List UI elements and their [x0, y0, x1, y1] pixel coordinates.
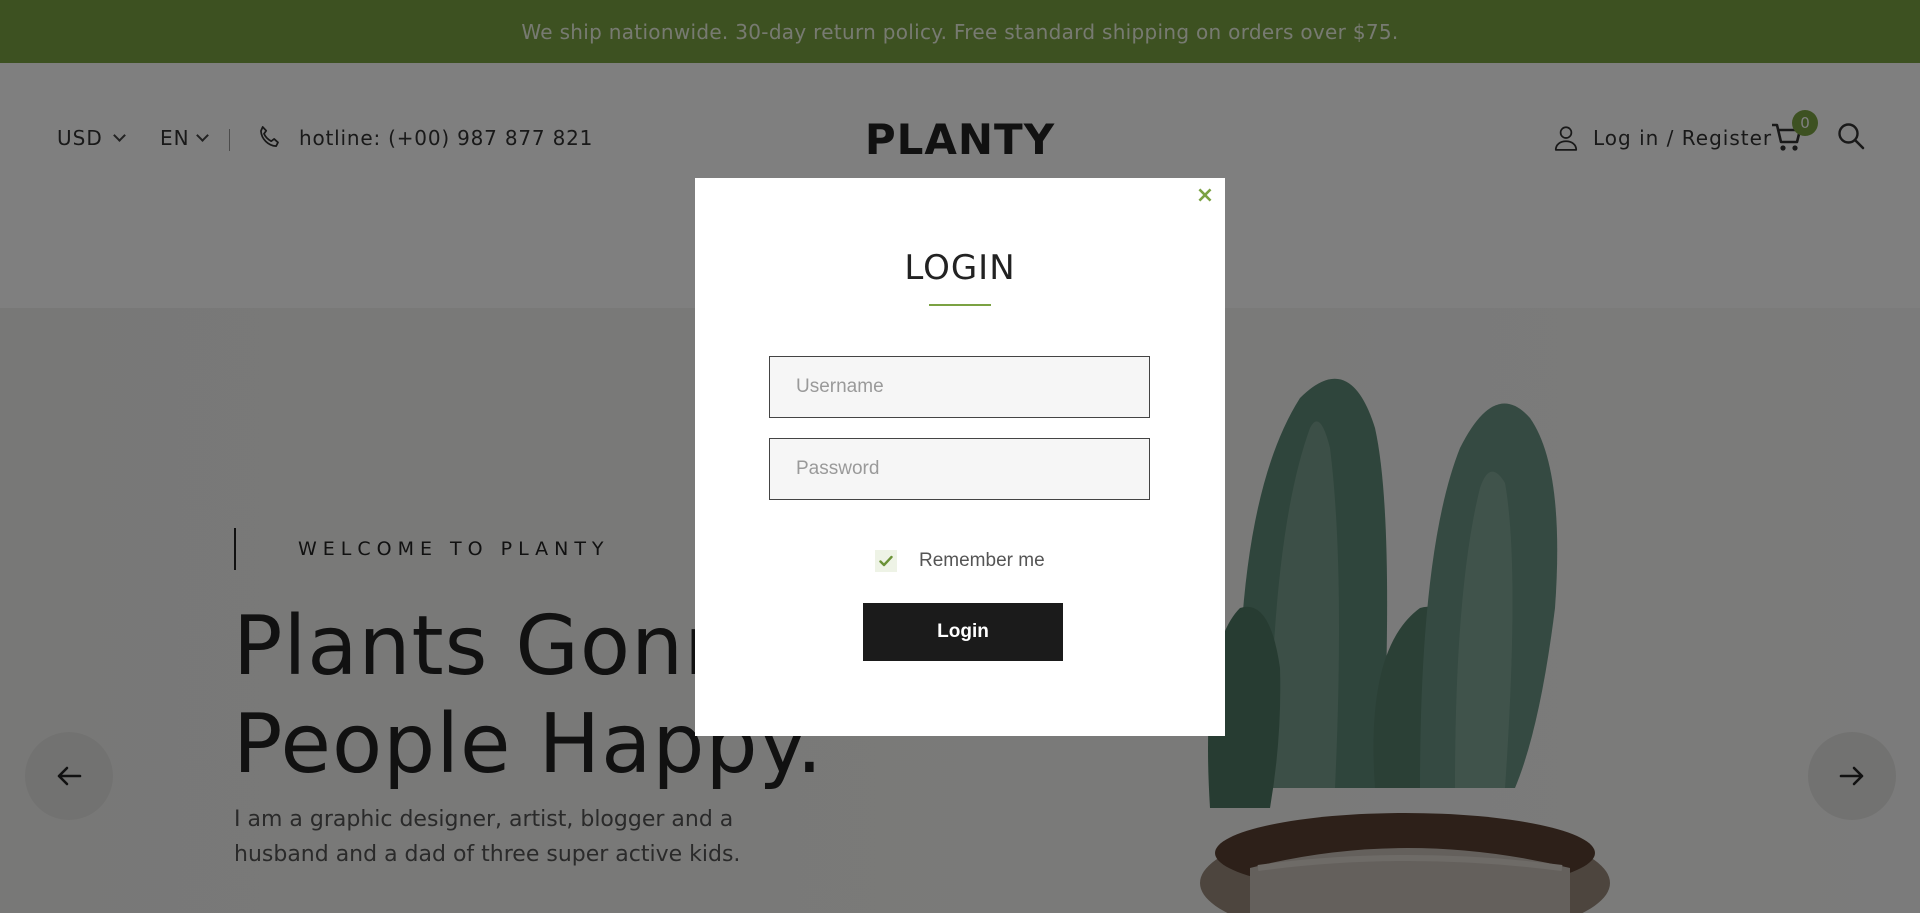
- modal-title: LOGIN: [904, 248, 1016, 288]
- title-underline: [929, 304, 991, 306]
- password-input[interactable]: [769, 438, 1150, 500]
- remember-me-checkbox[interactable]: [875, 550, 897, 572]
- close-icon[interactable]: ×: [1193, 184, 1217, 208]
- login-button[interactable]: Login: [863, 603, 1063, 661]
- check-icon: [879, 555, 893, 567]
- username-input[interactable]: [769, 356, 1150, 418]
- remember-me-row[interactable]: Remember me: [875, 550, 1045, 572]
- remember-me-label: Remember me: [919, 550, 1045, 571]
- login-modal: × LOGIN Remember me Login: [695, 178, 1225, 736]
